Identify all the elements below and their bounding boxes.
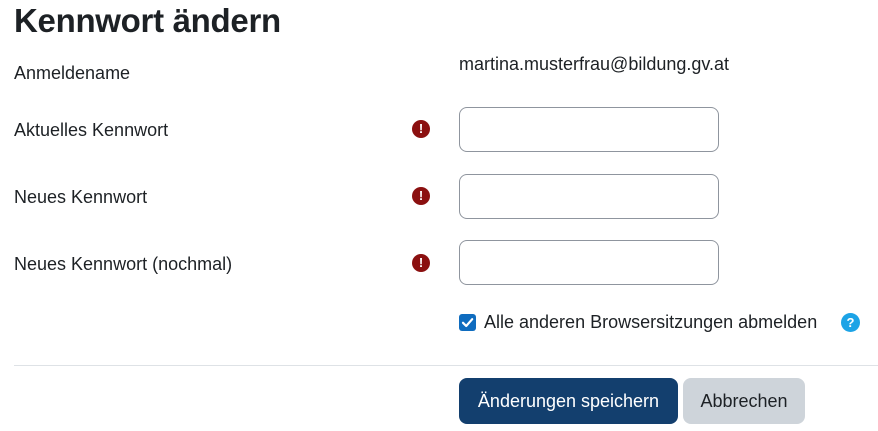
username-value: martina.musterfrau@bildung.gv.at [459, 54, 730, 74]
required-icon: ! [412, 254, 430, 272]
logout-sessions-label[interactable]: Alle anderen Browsersitzungen abmelden [484, 312, 817, 333]
current-password-input[interactable] [459, 107, 719, 152]
change-password-page: Kennwort ändern Anmeldename martina.must… [0, 0, 878, 431]
question-circle-icon[interactable]: ? [841, 313, 860, 332]
new-password-input[interactable] [459, 174, 719, 219]
current-password-label: Aktuelles Kennwort [14, 120, 169, 140]
new-password-repeat-input[interactable] [459, 240, 719, 285]
new-password-repeat-label: Neues Kennwort (nochmal) [14, 254, 233, 274]
new-password-label: Neues Kennwort [14, 187, 148, 207]
checkmark-icon [461, 318, 474, 328]
form-divider [14, 365, 878, 366]
logout-sessions-checkbox[interactable] [459, 314, 476, 331]
required-icon: ! [412, 120, 430, 138]
required-icon: ! [412, 187, 430, 205]
cancel-button[interactable]: Abbrechen [683, 378, 805, 424]
save-changes-button[interactable]: Änderungen speichern [459, 378, 678, 424]
username-label: Anmeldename [14, 63, 131, 83]
page-title: Kennwort ändern [14, 2, 281, 39]
